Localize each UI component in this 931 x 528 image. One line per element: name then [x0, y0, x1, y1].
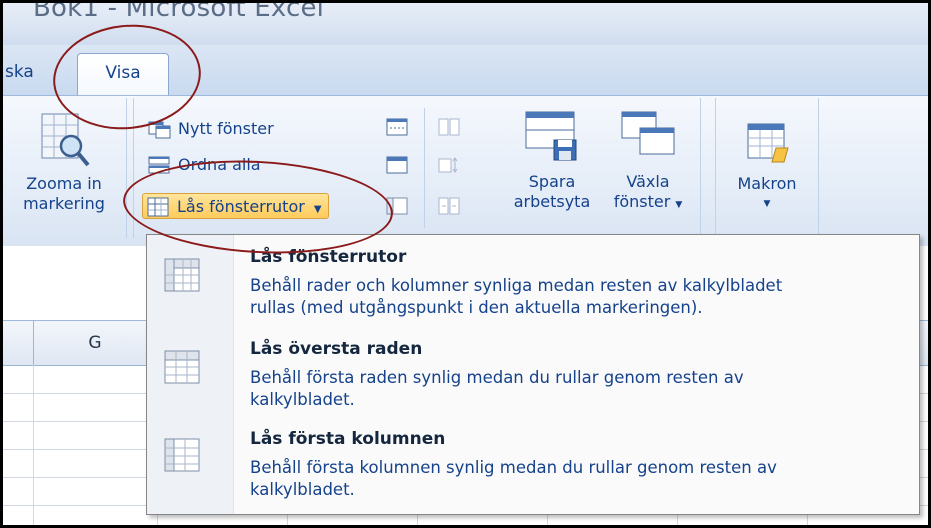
zoom-label-1: Zooma in — [26, 174, 102, 193]
reset-window-position-button[interactable] — [438, 197, 460, 219]
menu-item-freeze-first-column[interactable]: Lås första kolumnen Behåll första kolumn… — [147, 425, 919, 515]
menu-item-freeze-top-row[interactable]: Lås översta raden Behåll första raden sy… — [147, 333, 919, 425]
save-workspace-label-1: Spara — [528, 172, 576, 191]
menu-item-desc-1: Behåll rader och kolumner synliga medan … — [250, 276, 783, 295]
chevron-down-icon: ▼ — [675, 200, 683, 210]
switch-windows-label-2: fönster ▼ — [602, 192, 694, 215]
menu-item-desc-2: kalkylbladet. — [250, 480, 355, 499]
window-title: Bok1 - Microsoft Excel — [33, 0, 325, 23]
synchronous-scrolling-button[interactable] — [438, 156, 460, 178]
menu-item-desc-1: Behåll första raden synlig medan du rull… — [250, 368, 744, 387]
menu-item-desc-2: rullas (med utgångspunkt i den aktuella … — [250, 298, 703, 317]
excel-window: Bok1 - Microsoft Excel ska Visa Zooma in… — [0, 0, 931, 528]
freeze-panes-icon — [163, 255, 203, 299]
new-window-label: Nytt fönster — [178, 119, 274, 138]
menu-item-desc-2: kalkylbladet. — [250, 390, 355, 409]
switch-windows-button[interactable]: Växla fönster ▼ — [602, 108, 694, 215]
view-side-by-side-button[interactable] — [438, 118, 460, 140]
freeze-panes-menu: Lås fönsterrutor Behåll rader och kolumn… — [146, 234, 920, 515]
menu-item-title: Lås första kolumnen — [250, 429, 446, 449]
macros-button[interactable]: Makron ▼ — [722, 118, 812, 214]
switch-windows-icon — [621, 111, 675, 155]
column-header-prev[interactable] — [3, 321, 34, 365]
menu-item-desc-1: Behåll första kolumnen synlig medan du r… — [250, 458, 777, 477]
freeze-first-column-icon — [163, 435, 203, 479]
save-workspace-icon — [525, 111, 577, 161]
freeze-top-row-icon — [163, 347, 203, 391]
menu-item-title: Lås översta raden — [250, 339, 423, 359]
macros-group: Makron ▼ — [715, 98, 819, 238]
save-workspace-button[interactable]: Spara arbetsyta — [504, 108, 600, 212]
divider — [424, 108, 425, 228]
save-workspace-label-2: arbetsyta — [513, 192, 591, 211]
hide-window-button[interactable] — [386, 156, 408, 178]
zoom-label-2: markering — [23, 194, 105, 213]
switch-windows-label-2-text: fönster — [613, 192, 671, 211]
split-button[interactable] — [386, 118, 408, 140]
column-line — [33, 365, 34, 525]
macros-label: Makron — [737, 174, 797, 193]
switch-windows-label-1: Växla — [626, 172, 670, 191]
column-header-g[interactable]: G — [33, 321, 158, 365]
chevron-down-icon: ▼ — [763, 199, 771, 209]
macros-icon — [747, 123, 789, 163]
